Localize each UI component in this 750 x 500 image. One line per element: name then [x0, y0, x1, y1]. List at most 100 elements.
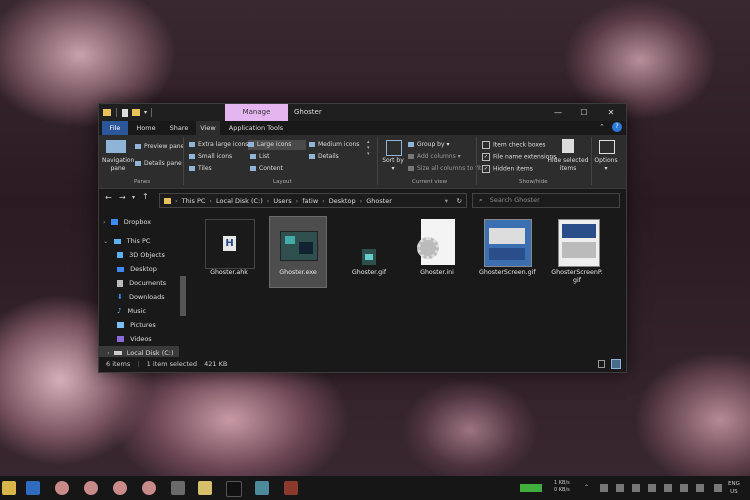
- language-code: ENG: [728, 481, 740, 487]
- item-check-boxes-toggle[interactable]: Item check boxes: [482, 141, 546, 149]
- customize-arrow-icon[interactable]: ▾: [144, 109, 147, 116]
- breadcrumb-local-disk[interactable]: Local Disk (C:): [216, 197, 263, 205]
- details-pane-button[interactable]: Details pane: [135, 160, 182, 167]
- battery-icon[interactable]: [520, 484, 542, 492]
- group-label-current-view: Current view: [412, 179, 448, 185]
- navigation-pane-button[interactable]: Navigation pane: [102, 157, 134, 173]
- sidebar-item-this-pc[interactable]: ⌄ This PC: [103, 234, 150, 248]
- wifi-icon[interactable]: [680, 484, 688, 492]
- app-icon[interactable]: [171, 481, 185, 495]
- up-arrow-icon[interactable]: ↑: [142, 192, 149, 201]
- sidebar-item-downloads[interactable]: ⬇ Downloads: [117, 290, 165, 304]
- tray-up-arrow-icon[interactable]: ⌃: [584, 484, 589, 491]
- file-item[interactable]: Ghoster.gif: [341, 217, 397, 287]
- close-button[interactable]: ✕: [598, 104, 624, 121]
- breadcrumb-desktop[interactable]: Desktop: [329, 197, 356, 205]
- file-item[interactable]: Ghoster.ini: [409, 217, 465, 287]
- layout-details[interactable]: Details: [309, 153, 339, 160]
- folder-icon[interactable]: [198, 481, 212, 495]
- add-columns-button[interactable]: Add columns ▾: [408, 153, 461, 160]
- sort-by-button[interactable]: Sort by ▾: [382, 157, 404, 173]
- address-dropdown-icon[interactable]: ▾: [445, 197, 448, 205]
- sidebar-item-pictures[interactable]: Pictures: [117, 318, 156, 332]
- size-all-columns-button[interactable]: Size all columns to fit: [408, 165, 481, 172]
- terminal-icon[interactable]: [226, 481, 242, 497]
- file-item[interactable]: GhosterScreen.gif: [479, 217, 536, 287]
- sidebar-item-videos[interactable]: Videos: [117, 332, 152, 346]
- checkbox-checked: ✓: [482, 153, 490, 161]
- layout-list[interactable]: List: [250, 153, 270, 160]
- browser-icon[interactable]: [113, 481, 127, 495]
- refresh-icon[interactable]: ↻: [457, 197, 462, 205]
- language-indicator[interactable]: ENG US: [728, 480, 740, 496]
- layout-small-icons[interactable]: Small icons: [189, 153, 232, 160]
- details-view-icon[interactable]: [598, 360, 605, 368]
- hide-selected-items-button[interactable]: Hide selected items: [547, 157, 589, 173]
- layout-content[interactable]: Content: [250, 165, 283, 172]
- browser-icon[interactable]: [84, 481, 98, 495]
- file-item[interactable]: H Ghoster.ahk: [201, 217, 257, 287]
- sidebar-item-desktop[interactable]: Desktop: [117, 262, 157, 276]
- nav-scrollbar-thumb[interactable]: [180, 276, 186, 316]
- search-input[interactable]: ⌕ Search Ghoster: [472, 193, 620, 208]
- breadcrumb-users[interactable]: Users: [273, 197, 291, 205]
- breadcrumb-fatiw[interactable]: fatiw: [302, 197, 318, 205]
- browser-icon[interactable]: [142, 481, 156, 495]
- download-icon: ⬇: [117, 293, 123, 301]
- tray-icon[interactable]: [616, 484, 624, 492]
- maximize-button[interactable]: ☐: [571, 104, 597, 121]
- tab-application-tools[interactable]: Application Tools: [227, 121, 285, 135]
- folder-icon: [164, 197, 171, 204]
- sidebar-item-music[interactable]: ♪ Music: [117, 304, 146, 318]
- tab-view[interactable]: View: [196, 121, 220, 135]
- new-folder-icon[interactable]: [132, 109, 140, 116]
- back-arrow-icon[interactable]: ←: [105, 193, 112, 202]
- search-icon: ⌕: [479, 196, 483, 204]
- volume-icon[interactable]: [696, 484, 704, 492]
- tray-icon[interactable]: [664, 484, 672, 492]
- tray-icon[interactable]: [648, 484, 656, 492]
- tab-share[interactable]: Share: [165, 121, 193, 135]
- hidden-items-toggle[interactable]: ✓ Hidden items: [482, 165, 533, 173]
- browser-icon[interactable]: [55, 481, 69, 495]
- tray-icon[interactable]: [632, 484, 640, 492]
- breadcrumb-ghoster[interactable]: Ghoster: [366, 197, 392, 205]
- recent-locations-icon[interactable]: ▾: [132, 194, 135, 201]
- forward-arrow-icon[interactable]: →: [119, 193, 126, 202]
- layout-medium-icons[interactable]: Medium icons: [309, 141, 359, 148]
- layout-large-icons[interactable]: Large icons: [248, 140, 306, 150]
- options-button[interactable]: Options ▾: [594, 157, 618, 173]
- properties-icon[interactable]: [122, 108, 128, 117]
- help-icon[interactable]: ?: [612, 122, 622, 132]
- tab-home[interactable]: Home: [132, 121, 160, 135]
- app-icon[interactable]: [284, 481, 298, 495]
- tab-file[interactable]: File: [102, 121, 128, 135]
- app-icon[interactable]: [255, 481, 269, 495]
- layout-tiles[interactable]: Tiles: [189, 165, 212, 172]
- videos-icon: [117, 336, 124, 342]
- content-label: Content: [259, 165, 283, 172]
- layout-extra-large-icons[interactable]: Extra large icons: [189, 141, 248, 148]
- large-icons-view-icon[interactable]: [611, 359, 621, 369]
- app-icon[interactable]: [2, 481, 16, 495]
- group-by-button[interactable]: Group by ▾: [408, 141, 449, 148]
- sidebar-item-dropbox[interactable]: › Dropbox: [103, 215, 151, 229]
- chevron-right-icon: ›: [175, 196, 178, 205]
- minimize-button[interactable]: —: [545, 104, 571, 121]
- app-icon[interactable]: [26, 481, 40, 495]
- sidebar-item-documents[interactable]: Documents: [117, 276, 166, 290]
- file-name-extensions-toggle[interactable]: ✓ File name extensions: [482, 153, 556, 161]
- address-box[interactable]: › This PC › Local Disk (C:) › Users › fa…: [159, 193, 467, 208]
- file-item[interactable]: GhosterScreenP.gif: [549, 217, 605, 287]
- collapse-ribbon-icon[interactable]: ⌃: [599, 123, 605, 131]
- status-separator: |: [137, 360, 140, 368]
- layout-scroll-arrows-icon[interactable]: ▴ ▾ ▾: [367, 139, 370, 157]
- sidebar-item-3d-objects[interactable]: 3D Objects: [117, 248, 165, 262]
- notification-icon[interactable]: [714, 484, 722, 492]
- manage-contextual-tab[interactable]: Manage: [225, 104, 288, 121]
- breadcrumb-this-pc[interactable]: This PC: [182, 197, 206, 205]
- file-item-selected[interactable]: Ghoster.exe: [269, 216, 327, 288]
- hidden-items-label: Hidden items: [493, 165, 533, 173]
- tray-icon[interactable]: [600, 484, 608, 492]
- preview-pane-button[interactable]: Preview pane: [135, 143, 184, 150]
